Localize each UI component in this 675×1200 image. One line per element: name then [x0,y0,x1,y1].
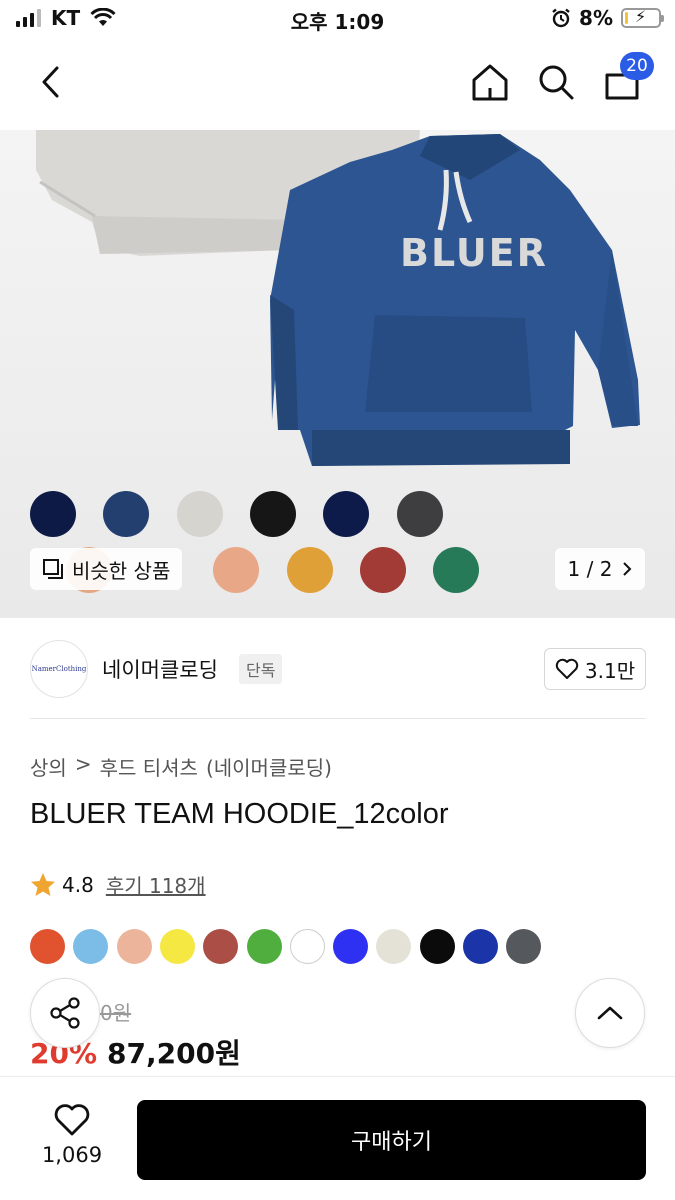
search-button[interactable] [532,58,580,106]
rating-row: 4.8 후기 118개 [30,870,206,899]
color-option[interactable] [419,929,455,964]
product-image: BLUER [36,130,640,466]
alarm-icon [552,8,570,28]
color-option[interactable] [116,929,152,964]
review-link[interactable]: 후기 118개 [106,870,206,899]
brand-logo[interactable]: NamerClothing [30,640,88,698]
breadcrumb: 상의 > 후드 티셔츠 (네이머클로딩) [30,752,332,781]
hero-color-swatch[interactable] [360,547,406,593]
bottom-action-bar: 1,069 구매하기 [0,1076,675,1200]
hero-color-swatch[interactable] [177,491,223,537]
product-image-gallery[interactable]: BLUER 비슷한 상품 1 / 2 [0,130,675,618]
color-option[interactable] [289,929,325,964]
back-button[interactable] [26,58,74,106]
brand-name[interactable]: 네이머클로딩 [102,654,218,684]
wishlist-count: 1,069 [41,1143,103,1167]
brand-logo-text: NamerClothing [31,665,87,673]
share-icon [50,997,80,1029]
divider [30,718,646,719]
wishlist-button[interactable]: 1,069 [30,1103,114,1167]
brand-like-count: 3.1만 [584,658,636,683]
share-button[interactable] [30,978,100,1048]
image-pager-button[interactable]: 1 / 2 [555,548,645,590]
exclusive-tag: 단독 [239,654,283,684]
status-bar: KT 오후 1:09 8% ⚡ [0,0,675,40]
hero-color-swatch[interactable] [287,547,333,593]
similar-products-button[interactable]: 비슷한 상품 [30,548,183,590]
page-indicator: 1 / 2 [567,557,613,581]
battery-percent: 8% [579,6,613,30]
heart-icon [54,1104,90,1136]
hero-color-swatch[interactable] [323,491,369,537]
home-button[interactable] [466,58,514,106]
cart-button[interactable]: 20 [598,52,654,106]
hoodie-print-text: BLUER [400,231,548,275]
buy-button[interactable]: 구매하기 [137,1100,646,1180]
buy-button-label: 구매하기 [351,1130,432,1155]
back-icon [42,66,59,98]
color-option[interactable] [506,929,542,964]
color-option[interactable] [30,929,65,964]
color-option[interactable] [73,929,109,964]
color-options [30,929,650,965]
similar-products-label: 비슷한 상품 [72,558,171,583]
cart-count-badge: 20 [620,52,654,80]
battery-icon: ⚡ [621,7,664,28]
rating-value: 4.8 [62,872,94,897]
home-icon [472,64,508,101]
heart-icon [555,658,579,679]
hero-color-swatch[interactable] [397,491,443,537]
product-title: BLUER TEAM HOODIE_12color [30,798,449,830]
search-icon [539,65,574,100]
color-option[interactable] [159,929,195,964]
color-option[interactable] [203,929,239,964]
top-navigation: 20 [0,46,675,120]
breadcrumb-category[interactable]: 상의 [30,752,67,781]
similar-products-icon [43,559,63,579]
star-icon [31,872,55,896]
chevron-right-icon [623,562,632,576]
breadcrumb-subcategory[interactable]: 후드 티셔츠 [100,752,198,781]
brand-row: NamerClothing 네이머클로딩 단독 3.1만 [30,640,646,698]
hero-swatch-row-top [0,491,675,537]
breadcrumb-brand[interactable]: (네이머클로딩) [206,752,332,781]
brand-like-button[interactable]: 3.1만 [544,648,646,690]
scroll-to-top-button[interactable] [575,978,645,1048]
color-option[interactable] [376,929,412,964]
color-option[interactable] [246,929,282,964]
hero-color-swatch[interactable] [250,491,296,537]
hero-color-swatch[interactable] [433,547,479,593]
color-option[interactable] [333,929,369,964]
sale-price: 87,200원 [107,1037,241,1070]
hero-color-swatch[interactable] [103,491,149,537]
hero-color-swatch[interactable] [30,491,76,537]
original-price: 0원 [100,1001,132,1025]
color-option[interactable] [463,929,498,964]
hero-color-swatch[interactable] [213,547,259,593]
chevron-up-icon [597,1006,623,1020]
breadcrumb-separator: > [74,752,92,776]
